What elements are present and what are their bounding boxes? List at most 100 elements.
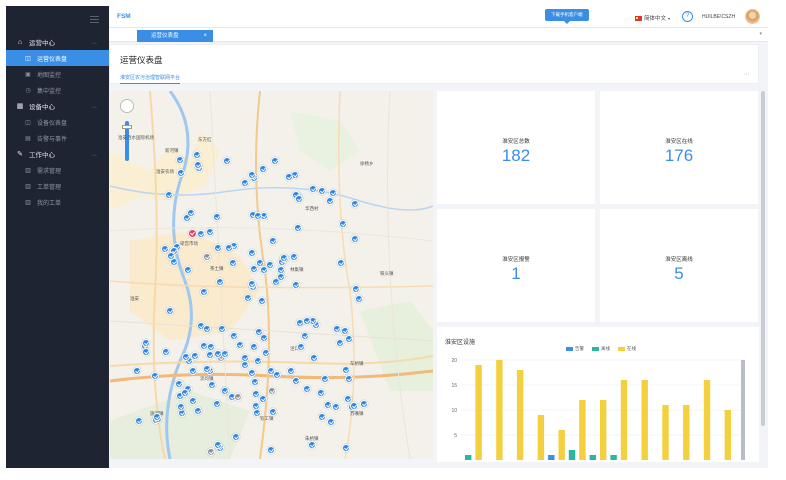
device-marker-icon[interactable] — [255, 328, 263, 336]
device-marker-icon[interactable] — [213, 213, 221, 221]
device-marker-icon[interactable] — [259, 165, 267, 173]
device-marker-icon[interactable] — [207, 343, 215, 351]
device-marker-icon[interactable] — [208, 381, 216, 389]
device-marker-icon[interactable] — [342, 444, 350, 452]
device-marker-icon[interactable] — [213, 400, 221, 408]
device-marker-icon[interactable] — [236, 341, 244, 349]
device-marker-icon[interactable] — [317, 389, 325, 397]
device-marker-icon[interactable] — [355, 295, 363, 303]
device-marker-icon[interactable] — [258, 297, 266, 305]
device-marker-icon[interactable] — [287, 367, 295, 375]
device-marker-icon[interactable] — [241, 361, 249, 369]
device-marker-icon[interactable] — [273, 371, 281, 379]
device-marker-icon[interactable] — [162, 348, 170, 356]
help-icon[interactable]: ? — [682, 11, 693, 22]
device-marker-icon[interactable] — [216, 278, 224, 286]
device-marker-icon[interactable] — [280, 254, 288, 262]
device-marker-icon[interactable] — [197, 230, 205, 238]
chevron-down-icon[interactable]: ▾ — [759, 31, 762, 37]
device-marker-icon[interactable] — [268, 387, 276, 395]
device-marker-icon[interactable] — [318, 187, 326, 195]
more-icon[interactable]: ··· — [743, 71, 750, 78]
bar[interactable] — [465, 455, 472, 460]
device-marker-icon[interactable] — [332, 403, 340, 411]
download-app-button[interactable]: 下载手机客户端 — [545, 9, 589, 24]
bar[interactable] — [568, 450, 576, 460]
map-view[interactable]: 淮安涟水国际机场东方红新河镇徐杨乡淮安农场淮安林集镇茶土镇铁头镇华西村梁宫市场泾… — [110, 91, 433, 459]
bar[interactable] — [475, 365, 482, 460]
stat-card-online[interactable]: 淮安区在线 176 — [600, 91, 758, 204]
bar[interactable] — [589, 455, 596, 460]
map-zoom-handle[interactable] — [122, 125, 132, 129]
sidebar-item-0-1[interactable]: ▣ 地图监控 — [6, 66, 109, 82]
device-marker-icon[interactable] — [301, 332, 309, 340]
sidebar-item-2-2[interactable]: ▥ 我的工单 — [6, 194, 109, 210]
sidebar-item-2-0[interactable]: ▥ 需求管理 — [6, 162, 109, 178]
device-marker-icon[interactable] — [324, 401, 332, 409]
device-marker-icon[interactable] — [269, 408, 277, 416]
device-marker-icon[interactable] — [269, 237, 277, 245]
sidebar-group-2[interactable]: ✎ 工作中心 ︿ — [6, 146, 109, 162]
device-marker-icon[interactable] — [214, 244, 222, 252]
stat-card-offline[interactable]: 淮安区离线 5 — [600, 209, 758, 322]
device-marker-icon[interactable] — [181, 389, 189, 397]
device-marker-icon[interactable] — [184, 266, 192, 274]
device-marker-icon[interactable] — [342, 366, 350, 374]
device-marker-icon[interactable] — [200, 342, 208, 350]
device-marker-icon[interactable] — [177, 403, 185, 411]
device-marker-icon[interactable] — [336, 339, 344, 347]
device-marker-icon[interactable] — [214, 441, 222, 449]
device-marker-icon[interactable] — [175, 380, 183, 388]
device-marker-icon[interactable] — [166, 307, 174, 315]
tab-dashboard[interactable]: 运营仪表盘 × — [137, 30, 213, 42]
device-marker-icon[interactable] — [244, 294, 252, 302]
bar[interactable] — [548, 455, 555, 460]
device-marker-icon[interactable] — [297, 343, 305, 351]
device-marker-icon[interactable] — [187, 209, 195, 217]
device-marker-icon[interactable] — [225, 244, 233, 252]
scrollbar[interactable] — [761, 91, 765, 426]
device-marker-icon[interactable] — [142, 339, 150, 347]
device-marker-icon[interactable] — [230, 332, 238, 340]
device-marker-icon[interactable] — [254, 212, 262, 220]
device-marker-icon[interactable] — [292, 281, 300, 289]
device-marker-icon[interactable] — [248, 369, 256, 377]
device-marker-icon[interactable] — [153, 413, 161, 421]
sidebar-item-1-0[interactable]: ◫ 设备仪表盘 — [6, 114, 109, 130]
device-marker-icon[interactable] — [189, 367, 197, 375]
device-marker-icon[interactable] — [341, 327, 349, 335]
device-marker-icon[interactable] — [345, 375, 353, 383]
device-marker-icon[interactable] — [248, 171, 256, 179]
device-marker-icon[interactable] — [182, 353, 190, 361]
device-marker-icon[interactable] — [194, 407, 202, 415]
bar[interactable] — [741, 360, 745, 460]
device-marker-icon[interactable] — [290, 253, 298, 261]
device-marker-icon[interactable] — [351, 235, 359, 243]
device-marker-icon[interactable] — [165, 191, 173, 199]
device-marker-icon[interactable] — [327, 418, 335, 426]
device-marker-icon[interactable] — [294, 224, 302, 232]
device-marker-icon[interactable] — [248, 249, 256, 257]
device-marker-icon[interactable] — [303, 385, 311, 393]
bar[interactable] — [620, 380, 628, 460]
stat-card-total[interactable]: 淮安区总数 182 — [437, 91, 595, 204]
bar[interactable] — [662, 405, 669, 460]
sidebar-group-1[interactable]: ▦ 设备中心 ︿ — [6, 98, 109, 114]
bar[interactable] — [600, 400, 607, 460]
device-marker-icon[interactable] — [234, 393, 242, 401]
device-marker-icon[interactable] — [218, 325, 226, 333]
user-name[interactable]: HUILBE\CSZH — [702, 14, 735, 20]
device-marker-icon[interactable] — [250, 343, 258, 351]
device-marker-icon[interactable] — [360, 400, 368, 408]
language-selector[interactable]: 简体中文 ▾ — [635, 14, 670, 22]
avatar[interactable] — [745, 9, 760, 24]
menu-collapse-icon[interactable] — [90, 16, 99, 23]
bar[interactable] — [641, 380, 648, 460]
device-marker-icon[interactable] — [295, 195, 303, 203]
device-marker-icon[interactable] — [285, 173, 293, 181]
device-marker-icon[interactable] — [303, 317, 311, 325]
bar[interactable] — [610, 455, 617, 460]
device-marker-icon[interactable] — [193, 151, 201, 159]
bar[interactable] — [683, 405, 690, 460]
device-marker-icon[interactable] — [221, 350, 229, 358]
